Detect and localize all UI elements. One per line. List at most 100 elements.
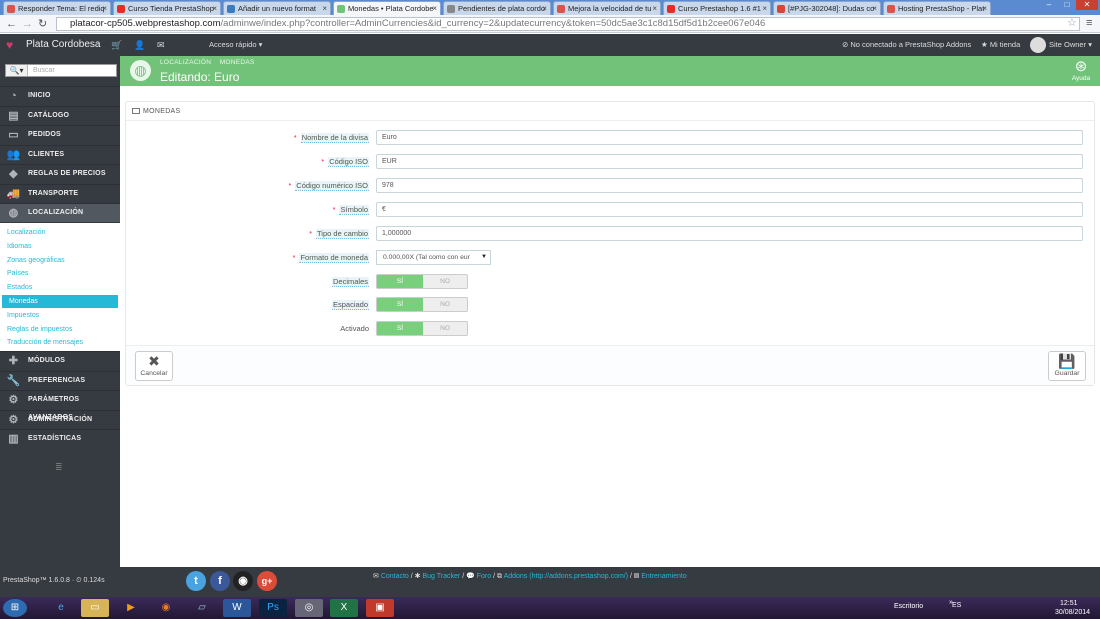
toggle-no[interactable]: NO xyxy=(423,298,467,311)
close-tab-icon[interactable]: × xyxy=(432,2,437,15)
sidebar-item-parámetros-avanzados[interactable]: ⚙ PARÁMETROS AVANZADOS xyxy=(0,390,120,421)
submenu-item[interactable]: Traducción de mensajes xyxy=(0,336,120,350)
close-tab-icon[interactable]: × xyxy=(322,2,327,15)
breadcrumb-item[interactable]: LOCALIZACIÓN xyxy=(160,59,211,66)
close-tab-icon[interactable]: × xyxy=(102,2,107,15)
word-icon[interactable]: W xyxy=(223,599,251,617)
sidebar-item-pedidos[interactable]: ▭ PEDIDOS xyxy=(0,125,120,144)
url-input[interactable]: platacor-cp505.webprestashop.com/adminwe… xyxy=(56,17,1080,31)
toggle-no[interactable]: NO xyxy=(423,275,467,288)
submenu-item[interactable]: Monedas xyxy=(2,295,118,308)
folder-icon[interactable]: ▭ xyxy=(81,599,109,617)
close-tab-icon[interactable]: × xyxy=(872,2,877,15)
envelope-icon[interactable]: ✉ xyxy=(157,34,165,56)
submenu-item[interactable]: Países xyxy=(0,267,120,281)
app-icon[interactable]: ▱ xyxy=(188,599,216,617)
clock-date[interactable]: 30/08/2014 xyxy=(1055,609,1090,616)
forward-icon[interactable]: → xyxy=(22,17,33,31)
sidebar-item-reglas-de-precios[interactable]: ◆ REGLAS DE PRECIOS xyxy=(0,164,120,183)
toggle-no[interactable]: NO xyxy=(423,322,467,335)
sidebar-item-catálogo[interactable]: ▤ CATÁLOGO xyxy=(0,105,120,125)
quick-access-dropdown[interactable]: Acceso rápido ▾ xyxy=(209,34,262,56)
ie-icon[interactable]: e xyxy=(47,599,75,617)
sidebar-item-clientes[interactable]: 👥 CLIENTES xyxy=(0,144,120,164)
sidebar-item-preferencias[interactable]: 🔧 PREFERENCIAS xyxy=(0,370,120,390)
user-menu[interactable]: Site Owner ▾ xyxy=(1049,34,1092,56)
submenu-item[interactable]: Impuestos xyxy=(0,308,120,322)
search-box[interactable]: 🔍▾ Buscar xyxy=(5,64,117,77)
toggle-yes[interactable]: SÍ xyxy=(377,322,423,335)
symbol-input[interactable]: € xyxy=(376,202,1083,217)
shop-name[interactable]: Plata Cordobesa xyxy=(26,34,101,56)
maximize-button[interactable]: □ xyxy=(1058,0,1076,10)
browser-tab[interactable]: Hosting PrestaShop - Plat × xyxy=(883,1,991,15)
minimize-button[interactable]: – xyxy=(1040,0,1058,10)
toggle-yes[interactable]: SÍ xyxy=(377,275,423,288)
menu-icon[interactable]: ≡ xyxy=(1086,16,1092,30)
submenu-item[interactable]: Localización xyxy=(0,226,120,239)
addons-status[interactable]: ⊘ No conectado a PrestaShop Addons xyxy=(842,34,971,56)
help-button[interactable]: ⊛ Ayuda xyxy=(1070,58,1092,84)
browser-tab[interactable]: Curso Prestashop 1.6 #1 × xyxy=(663,1,771,15)
close-window-button[interactable]: ✕ xyxy=(1076,0,1098,10)
bug-tracker-link[interactable]: Bug Tracker xyxy=(423,573,461,580)
desktop-toolbar[interactable]: Escritorio xyxy=(894,603,923,610)
search-icon[interactable]: 🔍▾ xyxy=(6,65,28,76)
sidebar-item-administración[interactable]: ⚙ ADMINISTRACIÓN xyxy=(0,409,120,429)
user-icon[interactable]: 👤 xyxy=(134,34,145,56)
submenu-item[interactable]: Reglas de impuestos xyxy=(0,322,120,336)
facebook-icon[interactable]: f xyxy=(210,571,230,591)
sidebar-item-transporte[interactable]: 🚚 TRANSPORTE xyxy=(0,183,120,203)
language-indicator[interactable]: ES xyxy=(952,602,961,609)
browser-tab[interactable]: [#PJG-302048]: Dudas co × xyxy=(773,1,881,15)
search-input[interactable]: Buscar xyxy=(33,65,55,76)
toggle-yes[interactable]: SÍ xyxy=(377,298,423,311)
iso-code-input[interactable]: EUR xyxy=(376,154,1083,169)
browser-tab[interactable]: Mejora la velocidad de tu × xyxy=(553,1,661,15)
google-plus-icon[interactable]: g+ xyxy=(257,571,277,591)
sidebar-item-estadísticas[interactable]: ▥ ESTADÍSTICAS xyxy=(0,429,120,448)
firefox-icon[interactable]: ◉ xyxy=(152,599,180,617)
browser-tab[interactable]: Monedas • Plata Cordobe × xyxy=(333,1,441,16)
media-player-icon[interactable]: ▶ xyxy=(117,599,145,617)
close-tab-icon[interactable]: × xyxy=(542,2,547,15)
clock-time[interactable]: 12:51 xyxy=(1060,600,1078,607)
submenu-item[interactable]: Zonas geográficas xyxy=(0,253,120,267)
photoshop-icon[interactable]: Ps xyxy=(259,599,287,617)
presentation-icon[interactable]: ▣ xyxy=(366,599,394,617)
format-select[interactable]: 0.000,00X (Tal como con eur ▼ xyxy=(376,250,491,265)
twitter-icon[interactable]: t xyxy=(186,571,206,591)
name-input[interactable]: Euro xyxy=(376,130,1083,145)
contact-link[interactable]: Contacto xyxy=(381,573,409,580)
training-link[interactable]: Entrenamiento xyxy=(641,573,687,580)
chrome-icon[interactable]: ◎ xyxy=(295,599,323,617)
sidebar-item-módulos[interactable]: ✚ MÓDULOS xyxy=(0,351,120,370)
cart-icon[interactable]: 🛒 xyxy=(111,34,122,56)
iso-numeric-input[interactable]: 978 xyxy=(376,178,1083,193)
my-shop-link[interactable]: ★ Mi tienda xyxy=(981,34,1020,56)
exchange-rate-input[interactable]: 1,000000 xyxy=(376,226,1083,241)
github-icon[interactable]: ◉ xyxy=(233,571,253,591)
close-tab-icon[interactable]: × xyxy=(652,2,657,15)
excel-icon[interactable]: X xyxy=(330,599,358,617)
addons-link[interactable]: Addons (http://addons.prestashop.com/) xyxy=(504,573,629,580)
start-button[interactable]: ⊞ xyxy=(3,599,27,617)
browser-tab[interactable]: Responder Tema: El rediq × xyxy=(3,1,111,15)
sidebar-item-localización[interactable]: ◍ LOCALIZACIÓN xyxy=(0,203,120,222)
collapse-menu-icon[interactable]: ≣ xyxy=(55,462,63,473)
breadcrumb-item[interactable]: MONEDAS xyxy=(220,59,255,66)
close-tab-icon[interactable]: × xyxy=(212,2,217,15)
browser-tab[interactable]: Pendientes de plata cordo × xyxy=(443,1,551,15)
cancel-button[interactable]: ✖ Cancelar xyxy=(135,351,173,381)
spacing-toggle[interactable]: SÍ NO xyxy=(376,297,468,312)
close-tab-icon[interactable]: × xyxy=(982,2,987,15)
back-icon[interactable]: ← xyxy=(6,17,17,31)
star-icon[interactable]: ☆ xyxy=(1067,16,1077,30)
avatar[interactable] xyxy=(1030,37,1046,53)
sidebar-item-inicio[interactable]: ◔ INICIO xyxy=(0,86,120,105)
browser-tab[interactable]: Añadir un nuevo format × xyxy=(223,1,331,15)
reload-icon[interactable]: ↻ xyxy=(38,17,47,31)
submenu-item[interactable]: Estados xyxy=(0,281,120,295)
forum-link[interactable]: Foro xyxy=(477,573,491,580)
close-tab-icon[interactable]: × xyxy=(762,2,767,15)
